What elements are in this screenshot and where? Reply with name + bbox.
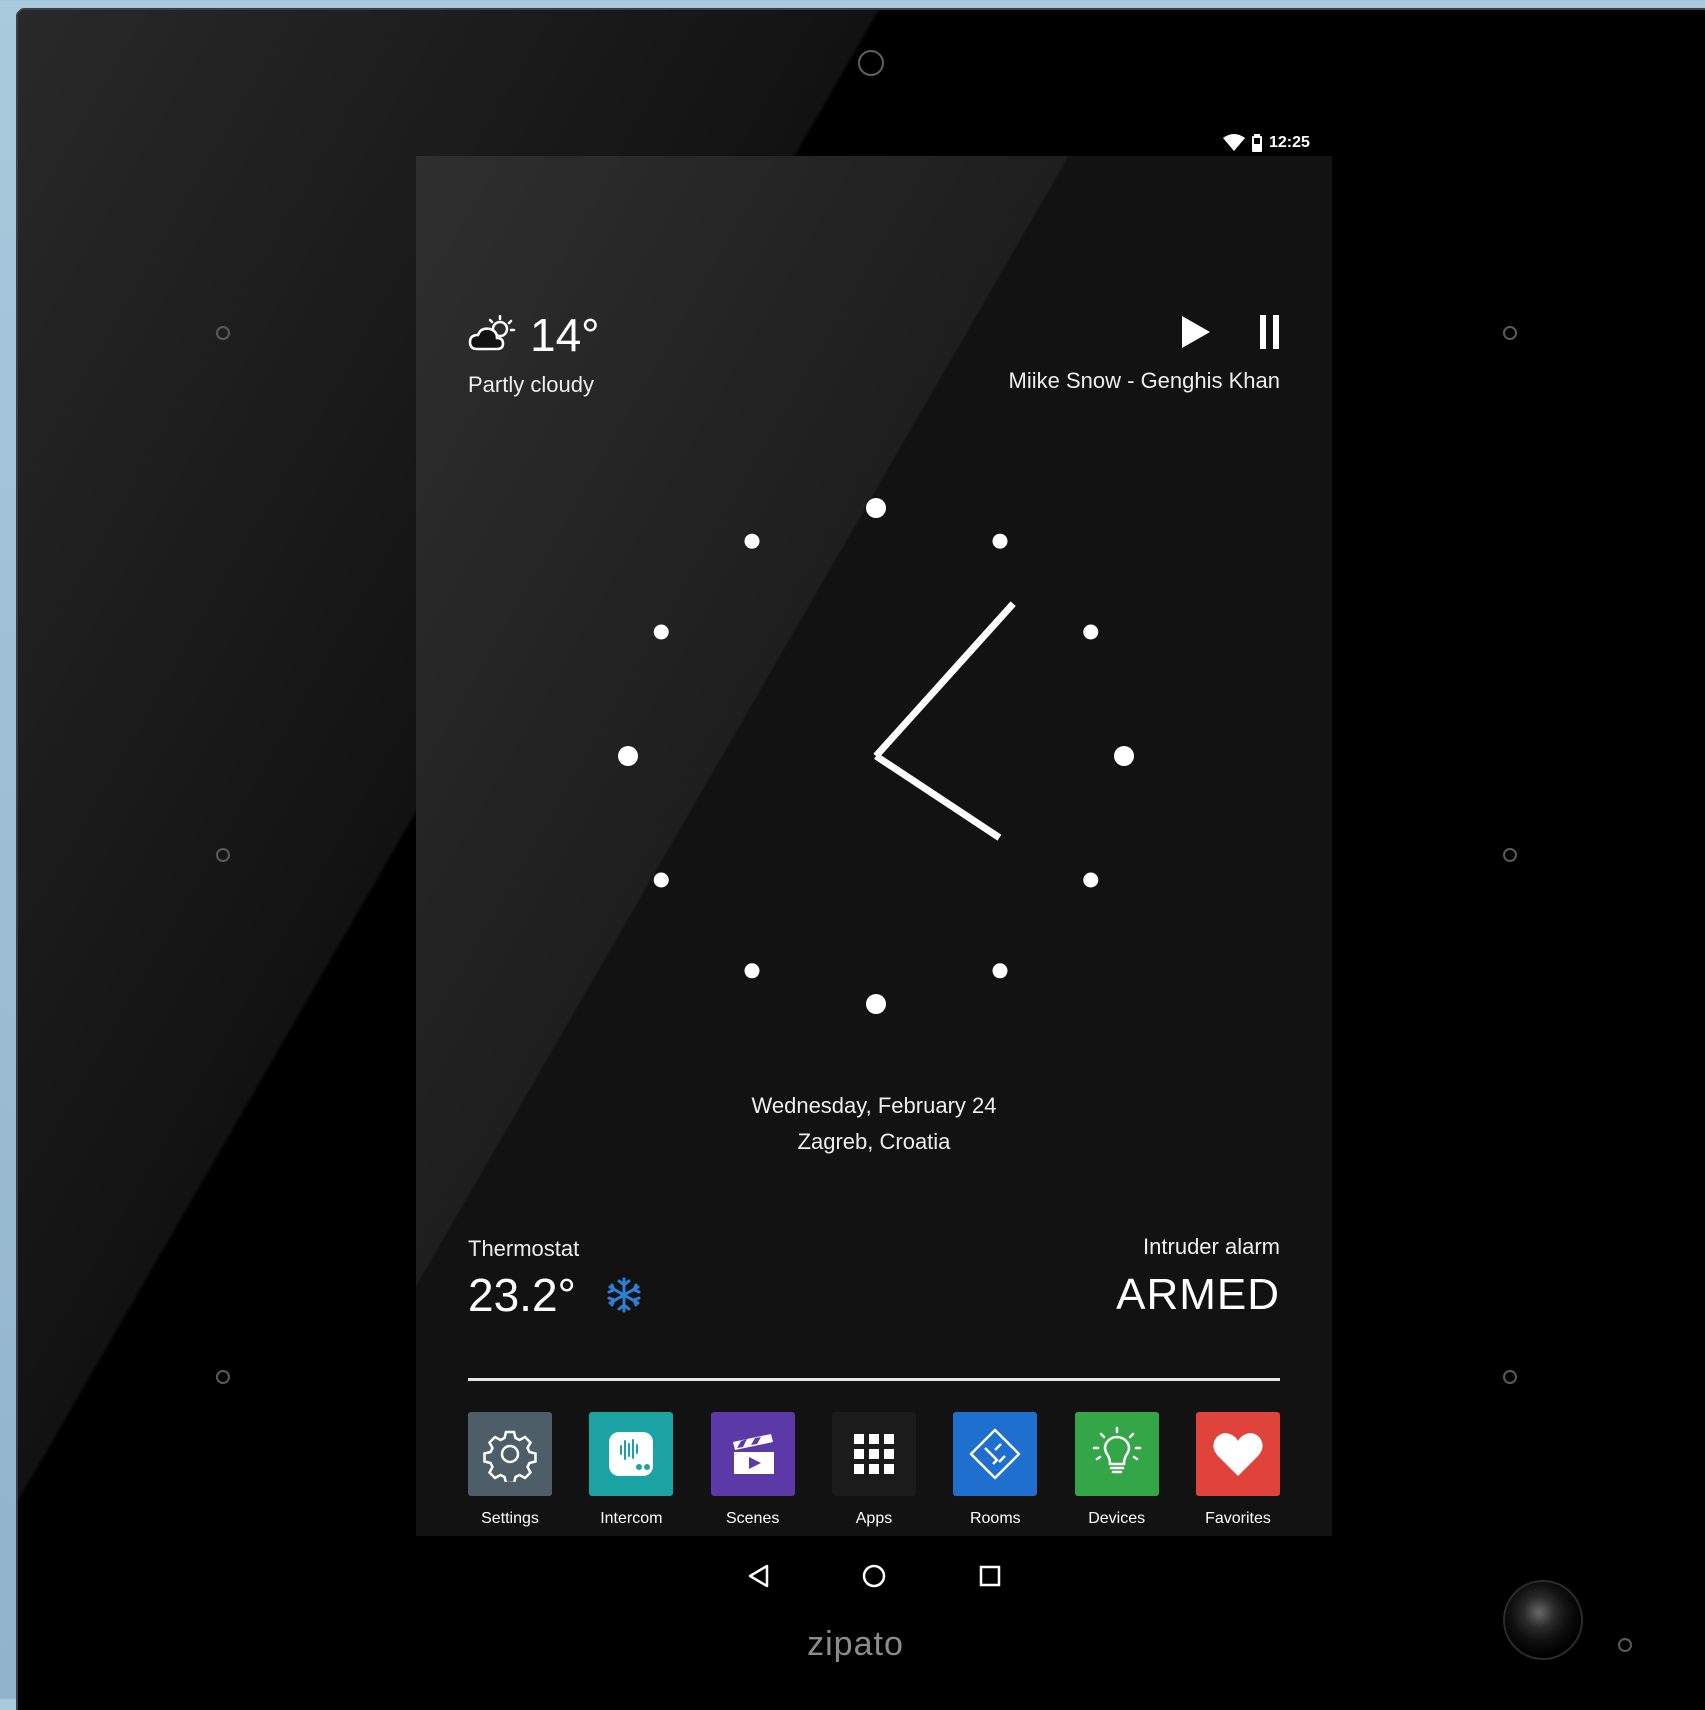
app-apps[interactable]: Apps [831, 1412, 916, 1528]
favorites-tile [1195, 1412, 1280, 1496]
app-dock: Settings Intercom Scenes Apps Rooms Devi… [468, 1412, 1280, 1528]
thermostat-value: 23.2° [468, 1269, 576, 1321]
alarm-state: ARMED [1116, 1270, 1280, 1319]
weather-widget[interactable]: 14° Partly cloudy [468, 308, 600, 398]
home-button[interactable] [857, 1559, 891, 1593]
hour-marker [618, 746, 638, 766]
mount-screw [216, 326, 230, 340]
thermostat-label: Thermostat [468, 1236, 580, 1261]
location-text: Zagreb, Croatia [797, 1129, 951, 1154]
date-text: Wednesday, February 24 [751, 1093, 997, 1118]
grid-icon [853, 1434, 894, 1474]
alarm-label: Intruder alarm [1143, 1234, 1280, 1259]
settings-tile [468, 1412, 552, 1496]
app-favorites[interactable]: Favorites [1195, 1412, 1280, 1528]
hour-hand [874, 753, 1002, 841]
hour-marker [866, 994, 886, 1014]
back-icon [748, 1564, 769, 1588]
devices-tile [1074, 1412, 1159, 1496]
app-label: Intercom [600, 1510, 663, 1527]
app-label: Rooms [969, 1510, 1021, 1527]
app-label: Apps [855, 1510, 893, 1527]
play-icon[interactable] [1180, 316, 1210, 348]
tablet-frame: 12:25 14° Partly cloudy Miike Snow - Gen… [18, 10, 1705, 1710]
mount-screw [216, 848, 230, 862]
hour-marker [992, 963, 1008, 979]
front-camera [858, 50, 884, 76]
weather-temperature: 14° [530, 309, 600, 361]
hour-marker [992, 533, 1008, 549]
gear-icon [483, 1430, 537, 1482]
hour-marker [1083, 872, 1099, 888]
scenes-tile [710, 1412, 795, 1496]
status-bar: 12:25 [1223, 130, 1343, 156]
thermostat-widget[interactable]: Thermostat 23.2° [468, 1236, 642, 1322]
analog-clock [618, 498, 1134, 1014]
app-intercom[interactable]: Intercom [589, 1412, 674, 1528]
app-scenes[interactable]: Scenes [710, 1412, 795, 1528]
media-widget: Miike Snow - Genghis Khan [1009, 312, 1280, 394]
navigation-bar [416, 1536, 1332, 1616]
battery-icon [1252, 134, 1262, 152]
mount-screw [1503, 326, 1517, 340]
hour-marker [653, 624, 669, 640]
home-icon [862, 1564, 886, 1588]
heart-icon [1213, 1433, 1263, 1476]
mount-screw [1503, 848, 1517, 862]
mount-screw [1503, 1370, 1517, 1384]
wifi-icon [1223, 134, 1245, 151]
mount-screw [216, 1370, 230, 1384]
back-button[interactable] [741, 1559, 775, 1593]
home-screen: 14° Partly cloudy Miike Snow - Genghis K… [416, 156, 1332, 1536]
minute-hand [873, 601, 1016, 759]
rooms-tile [953, 1412, 1038, 1496]
status-time: 12:25 [1269, 134, 1310, 151]
recents-button[interactable] [973, 1559, 1007, 1593]
floorplan-icon [970, 1428, 1021, 1480]
recents-icon [979, 1565, 1001, 1587]
alarm-widget[interactable]: Intruder alarm ARMED [1116, 1234, 1280, 1320]
hour-marker [744, 963, 760, 979]
pause-icon[interactable] [1260, 315, 1280, 349]
brand-logo: zipato [807, 1625, 904, 1663]
hour-marker [1114, 746, 1134, 766]
rotary-knob[interactable] [1503, 1580, 1583, 1660]
hour-marker [866, 498, 886, 518]
app-settings[interactable]: Settings [468, 1412, 552, 1528]
hour-marker [653, 872, 669, 888]
weather-condition: Partly cloudy [468, 372, 594, 397]
dock-divider [468, 1378, 1280, 1381]
app-label: Scenes [725, 1510, 780, 1527]
app-label: Settings [481, 1510, 539, 1527]
app-label: Devices [1088, 1510, 1146, 1527]
app-label: Favorites [1205, 1510, 1271, 1527]
snowflake-icon [607, 1277, 641, 1313]
intercom-tile [589, 1412, 674, 1496]
partly-cloudy-icon [468, 315, 516, 351]
track-title: Miike Snow - Genghis Khan [1008, 368, 1280, 393]
app-rooms[interactable]: Rooms [953, 1412, 1038, 1528]
date-location: Wednesday, February 24 Zagreb, Croatia [416, 1088, 1332, 1160]
intercom-icon [609, 1432, 654, 1476]
app-devices[interactable]: Devices [1074, 1412, 1159, 1528]
hour-marker [1083, 624, 1099, 640]
apps-tile [831, 1412, 916, 1496]
hour-marker [744, 533, 760, 549]
clapperboard-icon [732, 1434, 774, 1474]
lightbulb-icon [1092, 1426, 1141, 1474]
